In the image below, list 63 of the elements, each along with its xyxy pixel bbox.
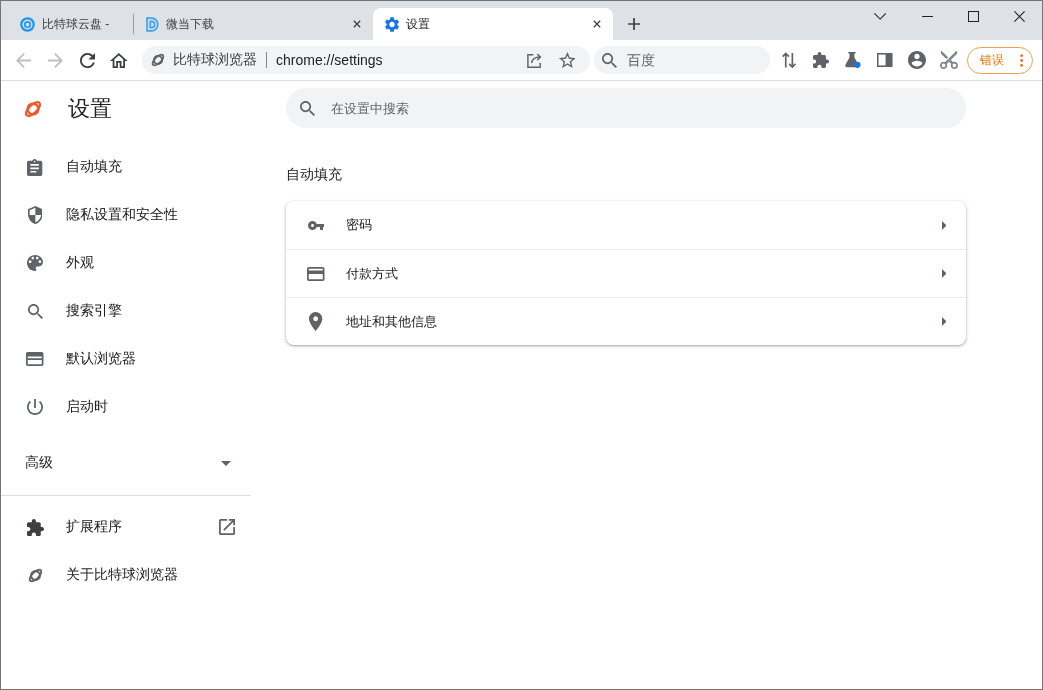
scissors-icon bbox=[940, 51, 958, 69]
section-title: 自动填充 bbox=[286, 165, 342, 184]
page-title: 设置 bbox=[68, 95, 112, 123]
caret-right-icon bbox=[941, 269, 946, 278]
back-arrow-icon bbox=[15, 52, 31, 68]
search-field[interactable]: 百度 bbox=[594, 46, 770, 74]
side-panel-icon bbox=[877, 53, 893, 67]
chevron-down-icon bbox=[873, 12, 887, 20]
site-name: 比特球浏览器 bbox=[173, 51, 257, 69]
sidebar-link[interactable]: 扩展程序 bbox=[1, 503, 251, 551]
sidebar-item[interactable]: 外观 bbox=[1, 239, 251, 287]
sidebar-item[interactable]: 自动填充 bbox=[1, 143, 251, 191]
home-icon bbox=[110, 52, 128, 68]
shield-icon bbox=[27, 206, 43, 224]
maximize-icon bbox=[967, 10, 979, 22]
caret-right-icon bbox=[941, 317, 946, 326]
browser-window-icon bbox=[26, 352, 44, 366]
settings-search-field[interactable]: 在设置中搜索 bbox=[286, 88, 966, 128]
orbit-logo-icon bbox=[27, 567, 43, 583]
settings-row[interactable]: 付款方式 bbox=[286, 249, 966, 297]
caret-right-icon bbox=[941, 220, 946, 230]
minimize-icon bbox=[921, 15, 933, 17]
advanced-toggle[interactable]: 高级 bbox=[1, 439, 251, 487]
credit-card-icon bbox=[307, 266, 325, 281]
forward-arrow-icon bbox=[47, 52, 63, 68]
settings-row[interactable]: 密码 bbox=[286, 201, 966, 249]
orbit-logo-icon bbox=[151, 53, 165, 67]
reload-icon bbox=[79, 52, 95, 68]
search-icon bbox=[27, 303, 43, 319]
puzzle-icon bbox=[813, 52, 829, 68]
plus-icon bbox=[628, 18, 640, 30]
flask-icon bbox=[845, 52, 861, 68]
sort-arrows-icon bbox=[781, 52, 797, 68]
sidebar-item[interactable]: 搜索引擎 bbox=[1, 287, 251, 335]
sidebar-item[interactable]: 隐私设置和安全性 bbox=[1, 191, 251, 239]
location-pin-icon bbox=[309, 312, 323, 331]
browser-tab[interactable]: 微当下载 bbox=[134, 8, 373, 40]
palette-icon bbox=[27, 255, 43, 271]
more-icon bbox=[1019, 53, 1023, 67]
puzzle-icon bbox=[26, 518, 44, 536]
key-icon bbox=[307, 220, 325, 230]
sidebar-item[interactable]: 默认浏览器 bbox=[1, 335, 251, 383]
url-text[interactable]: chrome://settings bbox=[276, 52, 383, 68]
orbit-logo-icon bbox=[24, 100, 42, 118]
power-icon bbox=[27, 399, 43, 415]
logo-icon bbox=[146, 16, 160, 32]
settings-icon bbox=[385, 16, 400, 32]
star-icon bbox=[558, 52, 576, 68]
browser-tab[interactable]: 比特球云盘 - bbox=[8, 8, 133, 40]
ring-icon bbox=[20, 16, 35, 32]
sidebar-item[interactable]: 启动时 bbox=[1, 383, 251, 431]
settings-row[interactable]: 地址和其他信息 bbox=[286, 297, 966, 345]
close-icon bbox=[1013, 10, 1025, 22]
close-icon bbox=[353, 20, 361, 28]
search-icon bbox=[602, 52, 617, 68]
share-icon bbox=[527, 52, 543, 68]
account-icon bbox=[908, 51, 926, 69]
clipboard-icon bbox=[27, 158, 43, 176]
sidebar-link[interactable]: 关于比特球浏览器 bbox=[1, 551, 251, 599]
address-bar[interactable]: 比特球浏览器 chrome://settings bbox=[142, 46, 590, 74]
search-icon bbox=[300, 100, 315, 116]
browser-tab[interactable]: 设置 bbox=[373, 8, 613, 40]
close-icon bbox=[593, 20, 601, 28]
